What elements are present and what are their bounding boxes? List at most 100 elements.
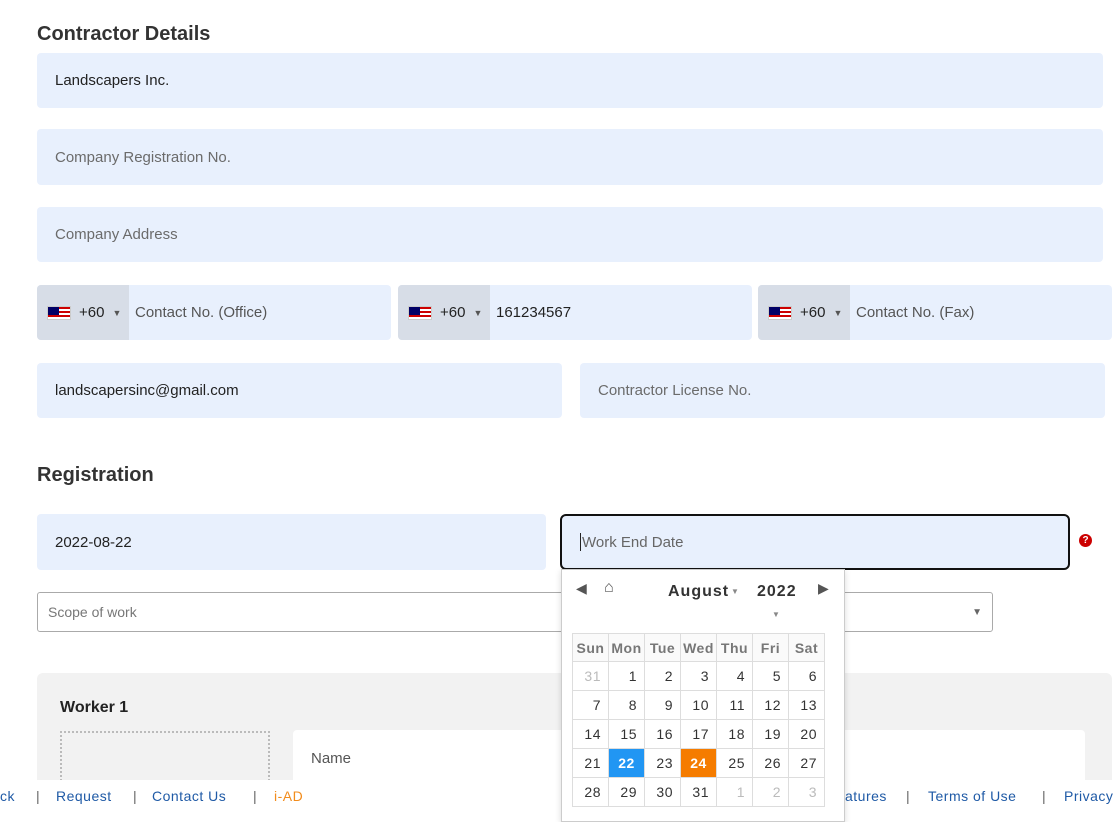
calendar-day[interactable]: 31 <box>572 661 609 691</box>
weekday-header: Sun <box>572 633 609 662</box>
calendar-day[interactable]: 6 <box>788 661 825 691</box>
registration-heading: Registration <box>37 464 154 486</box>
calendar-day[interactable]: 10 <box>680 690 717 720</box>
calendar-day[interactable]: 30 <box>644 777 681 807</box>
calendar-week-row: 31 1 2 3 4 5 6 <box>572 661 825 691</box>
calendar-day[interactable]: 1 <box>608 661 645 691</box>
previous-month-icon[interactable]: ◀ <box>576 580 587 597</box>
calendar-day[interactable]: 29 <box>608 777 645 807</box>
mobile-phone-input[interactable]: 161234567 <box>490 304 571 321</box>
company-address-field[interactable]: Company Address <box>37 207 1103 262</box>
calendar-day[interactable]: 20 <box>788 719 825 749</box>
footer-separator: | <box>36 788 41 804</box>
office-phone-field[interactable]: +60 ▼ Contact No. (Office) <box>37 285 391 340</box>
calendar-day[interactable]: 16 <box>644 719 681 749</box>
worker-title: Worker 1 <box>60 699 129 716</box>
calendar-day[interactable]: 21 <box>572 748 609 778</box>
fax-country-code-select[interactable]: +60 ▼ <box>758 285 850 340</box>
mobile-country-code: +60 <box>440 304 466 321</box>
calendar-day[interactable]: 3 <box>788 777 825 807</box>
calendar-day[interactable]: 12 <box>752 690 789 720</box>
calendar-day[interactable]: 13 <box>788 690 825 720</box>
calendar-day[interactable]: 2 <box>644 661 681 691</box>
calendar-day[interactable]: 15 <box>608 719 645 749</box>
calendar-day[interactable]: 7 <box>572 690 609 720</box>
calendar-day[interactable]: 3 <box>680 661 717 691</box>
home-icon[interactable]: ⌂ <box>604 579 614 597</box>
calendar-day[interactable]: 25 <box>716 748 753 778</box>
office-phone-input[interactable]: Contact No. (Office) <box>129 304 267 321</box>
calendar-day[interactable]: 31 <box>680 777 717 807</box>
footer-link-request[interactable]: Request <box>56 788 112 804</box>
mobile-phone-field[interactable]: +60 ▼ 161234567 <box>398 285 752 340</box>
chevron-down-icon: ▼ <box>473 307 483 318</box>
calendar-day[interactable]: 27 <box>788 748 825 778</box>
calendar-week-row: 21 22 23 24 25 26 27 <box>572 748 825 778</box>
mobile-country-code-select[interactable]: +60 ▼ <box>398 285 490 340</box>
calendar-day-selected[interactable]: 24 <box>680 748 717 778</box>
calendar-day[interactable]: 23 <box>644 748 681 778</box>
calendar-day[interactable]: 17 <box>680 719 717 749</box>
office-country-code-select[interactable]: +60 ▼ <box>37 285 129 340</box>
calendar-week-row: 7 8 9 10 11 12 13 <box>572 690 825 720</box>
month-select[interactable]: August <box>668 583 729 601</box>
work-end-date-placeholder: Work End Date <box>582 533 684 551</box>
help-icon[interactable]: ? <box>1079 534 1092 547</box>
calendar-day[interactable]: 4 <box>716 661 753 691</box>
calendar-day[interactable]: 28 <box>572 777 609 807</box>
company-registration-field[interactable]: Company Registration No. <box>37 129 1103 185</box>
fax-phone-field[interactable]: +60 ▼ Contact No. (Fax) <box>758 285 1112 340</box>
chevron-down-icon: ▼ <box>112 307 122 318</box>
year-chevron-icon: ▼ <box>772 610 780 619</box>
weekday-header: Fri <box>752 633 789 662</box>
footer-link-i-ad[interactable]: i-AD <box>274 788 303 804</box>
fax-country-code: +60 <box>800 304 826 321</box>
scope-of-work-select[interactable]: Scope of work ▼ <box>37 592 993 632</box>
footer-separator: | <box>1042 788 1047 804</box>
calendar-day[interactable]: 8 <box>608 690 645 720</box>
work-start-date-field[interactable]: 2022-08-22 <box>37 514 546 570</box>
calendar-day[interactable]: 9 <box>644 690 681 720</box>
calendar-day[interactable]: 5 <box>752 661 789 691</box>
weekday-row: Sun Mon Tue Wed Thu Fri Sat <box>572 633 825 662</box>
calendar-day[interactable]: 18 <box>716 719 753 749</box>
malaysia-flag-icon <box>47 305 71 320</box>
year-select[interactable]: 2022 <box>757 583 797 601</box>
chevron-down-icon: ▼ <box>833 307 843 318</box>
footer-separator: | <box>906 788 911 804</box>
footer-link-terms[interactable]: Terms of Use <box>928 788 1016 804</box>
footer-separator: | <box>133 788 138 804</box>
scope-of-work-placeholder: Scope of work <box>48 604 137 620</box>
calendar-day[interactable]: 11 <box>716 690 753 720</box>
malaysia-flag-icon <box>408 305 432 320</box>
next-month-icon[interactable]: ▶ <box>818 580 829 597</box>
company-name-field[interactable]: Landscapers Inc. <box>37 53 1103 108</box>
text-cursor <box>580 533 581 551</box>
contractor-details-heading: Contractor Details <box>37 23 211 45</box>
calendar-day[interactable]: 1 <box>716 777 753 807</box>
weekday-header: Sat <box>788 633 825 662</box>
calendar-day[interactable]: 19 <box>752 719 789 749</box>
footer: ck | Request | Contact Us | i-AD atures … <box>0 780 1120 810</box>
calendar-day[interactable]: 26 <box>752 748 789 778</box>
weekday-header: Wed <box>680 633 717 662</box>
footer-link-cut-left[interactable]: ck <box>0 788 15 804</box>
calendar-grid: Sun Mon Tue Wed Thu Fri Sat 31 1 2 3 4 5… <box>572 633 825 807</box>
footer-link-privacy[interactable]: Privacy <box>1064 788 1113 804</box>
fax-phone-input[interactable]: Contact No. (Fax) <box>850 304 974 321</box>
malaysia-flag-icon <box>768 305 792 320</box>
datepicker-popup: ◀ ⌂ August ▼ 2022 ▼ ▶ Sun Mon Tue Wed Th… <box>561 569 845 822</box>
chevron-down-icon: ▼ <box>972 606 982 618</box>
footer-link-features[interactable]: atures <box>845 788 887 804</box>
calendar-day[interactable]: 2 <box>752 777 789 807</box>
contractor-license-field[interactable]: Contractor License No. <box>580 363 1105 418</box>
calendar-day[interactable]: 14 <box>572 719 609 749</box>
calendar-day-today[interactable]: 22 <box>608 748 645 778</box>
weekday-header: Mon <box>608 633 645 662</box>
calendar-week-row: 14 15 16 17 18 19 20 <box>572 719 825 749</box>
email-field[interactable]: landscapersinc@gmail.com <box>37 363 562 418</box>
footer-link-contact-us[interactable]: Contact Us <box>152 788 226 804</box>
weekday-header: Tue <box>644 633 681 662</box>
footer-separator: | <box>253 788 258 804</box>
work-end-date-field[interactable]: Work End Date <box>560 514 1070 570</box>
